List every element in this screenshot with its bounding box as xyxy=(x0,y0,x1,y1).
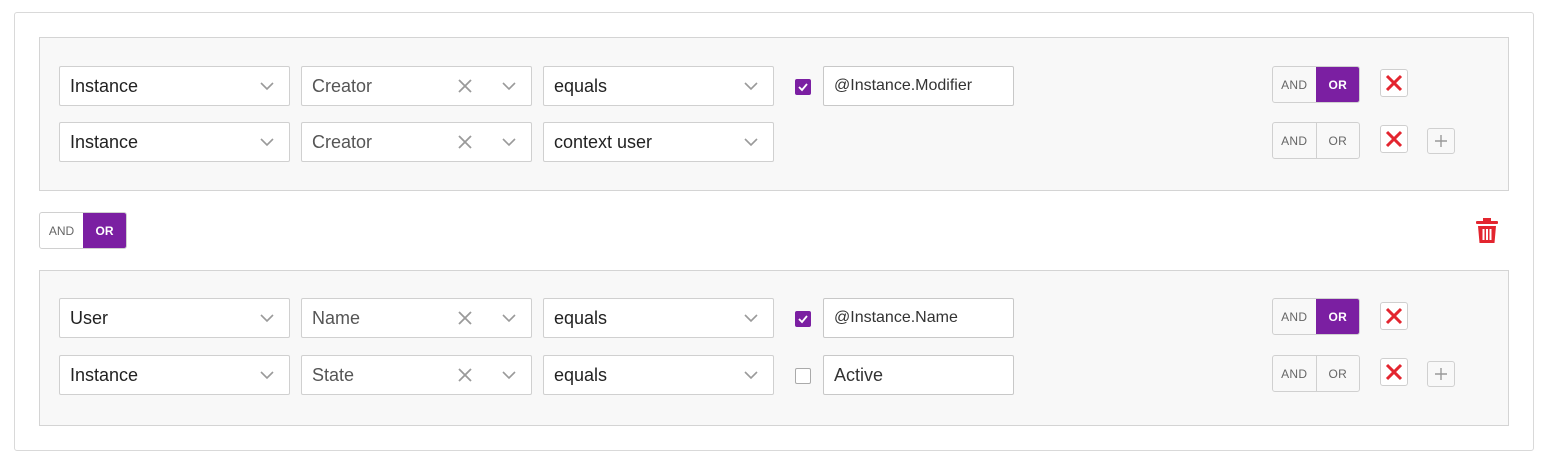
add-row-button[interactable] xyxy=(1427,361,1455,387)
chevron-down-icon xyxy=(744,138,758,147)
source-value: User xyxy=(70,307,109,328)
field-select[interactable]: Name xyxy=(301,298,532,338)
remove-row-button[interactable] xyxy=(1380,125,1408,153)
value-text: Active xyxy=(834,364,884,385)
remove-row-button[interactable] xyxy=(1380,302,1408,330)
condition-group-1: Instance Creator equals @Instance.Modifi… xyxy=(39,37,1509,191)
use-value-checkbox[interactable] xyxy=(795,368,811,384)
or-option[interactable]: OR xyxy=(1315,299,1359,334)
and-option[interactable]: AND xyxy=(1273,123,1316,158)
field-value: Name xyxy=(312,307,361,328)
condition-row: Instance State equals Active AND OR xyxy=(40,355,1508,395)
condition-row: User Name equals @Instance.Name AND OR xyxy=(40,298,1508,338)
clear-icon[interactable] xyxy=(457,367,473,383)
chevron-down-icon xyxy=(260,138,274,147)
remove-row-button[interactable] xyxy=(1380,69,1408,97)
and-option[interactable]: AND xyxy=(1273,356,1316,391)
value-input[interactable]: @Instance.Modifier xyxy=(823,66,1014,106)
clear-icon[interactable] xyxy=(457,310,473,326)
chevron-down-icon xyxy=(744,371,758,380)
close-icon xyxy=(1385,363,1403,381)
field-select[interactable]: Creator xyxy=(301,122,532,162)
source-value: Instance xyxy=(70,364,139,385)
trash-icon[interactable] xyxy=(1476,218,1498,243)
chevron-down-icon xyxy=(502,138,516,147)
plus-icon xyxy=(1435,368,1447,380)
row-logic-toggle[interactable]: AND OR xyxy=(1272,355,1360,392)
operator-value: context user xyxy=(554,131,653,152)
operator-select[interactable]: context user xyxy=(543,122,774,162)
condition-group-2: User Name equals @Instance.Name AND OR I… xyxy=(39,270,1509,426)
value-text: @Instance.Modifier xyxy=(834,77,973,94)
clear-icon[interactable] xyxy=(457,134,473,150)
chevron-down-icon xyxy=(260,314,274,323)
source-value: Instance xyxy=(70,75,139,96)
operator-value: equals xyxy=(554,75,608,96)
close-icon xyxy=(1385,74,1403,92)
field-select[interactable]: State xyxy=(301,355,532,395)
value-input[interactable]: @Instance.Name xyxy=(823,298,1014,338)
close-icon xyxy=(1385,130,1403,148)
operator-value: equals xyxy=(554,364,608,385)
source-value: Instance xyxy=(70,131,139,152)
chevron-down-icon xyxy=(502,371,516,380)
chevron-down-icon xyxy=(260,371,274,380)
row-logic-toggle[interactable]: AND OR xyxy=(1272,66,1360,103)
condition-row: Instance Creator equals @Instance.Modifi… xyxy=(40,66,1508,106)
close-icon xyxy=(1385,307,1403,325)
operator-value: equals xyxy=(554,307,608,328)
source-select[interactable]: User xyxy=(59,298,290,338)
chevron-down-icon xyxy=(260,82,274,91)
chevron-down-icon xyxy=(502,82,516,91)
or-option[interactable]: OR xyxy=(1315,356,1360,391)
chevron-down-icon xyxy=(502,314,516,323)
source-select[interactable]: Instance xyxy=(59,122,290,162)
source-select[interactable]: Instance xyxy=(59,355,290,395)
group-and-option[interactable]: AND xyxy=(40,213,83,248)
field-value: State xyxy=(312,364,355,385)
field-select[interactable]: Creator xyxy=(301,66,532,106)
field-value: Creator xyxy=(312,131,373,152)
and-option[interactable]: AND xyxy=(1273,299,1316,334)
row-logic-toggle[interactable]: AND OR xyxy=(1272,122,1360,159)
use-value-checkbox[interactable] xyxy=(795,79,811,95)
and-option[interactable]: AND xyxy=(1273,67,1316,102)
clear-icon[interactable] xyxy=(457,78,473,94)
chevron-down-icon xyxy=(744,82,758,91)
condition-row: Instance Creator context user AND OR xyxy=(40,122,1508,162)
field-value: Creator xyxy=(312,75,373,96)
value-text: @Instance.Name xyxy=(834,309,958,326)
operator-select[interactable]: equals xyxy=(543,66,774,106)
or-option[interactable]: OR xyxy=(1315,67,1359,102)
operator-select[interactable]: equals xyxy=(543,298,774,338)
row-logic-toggle[interactable]: AND OR xyxy=(1272,298,1360,335)
chevron-down-icon xyxy=(744,314,758,323)
source-select[interactable]: Instance xyxy=(59,66,290,106)
value-input[interactable]: Active xyxy=(823,355,1014,395)
check-icon xyxy=(798,315,808,324)
plus-icon xyxy=(1435,135,1447,147)
use-value-checkbox[interactable] xyxy=(795,311,811,327)
add-row-button[interactable] xyxy=(1427,128,1455,154)
group-logic-toggle[interactable]: AND OR xyxy=(39,212,127,249)
check-icon xyxy=(798,83,808,92)
or-option[interactable]: OR xyxy=(1315,123,1360,158)
group-or-option[interactable]: OR xyxy=(83,213,126,248)
remove-row-button[interactable] xyxy=(1380,358,1408,386)
operator-select[interactable]: equals xyxy=(543,355,774,395)
